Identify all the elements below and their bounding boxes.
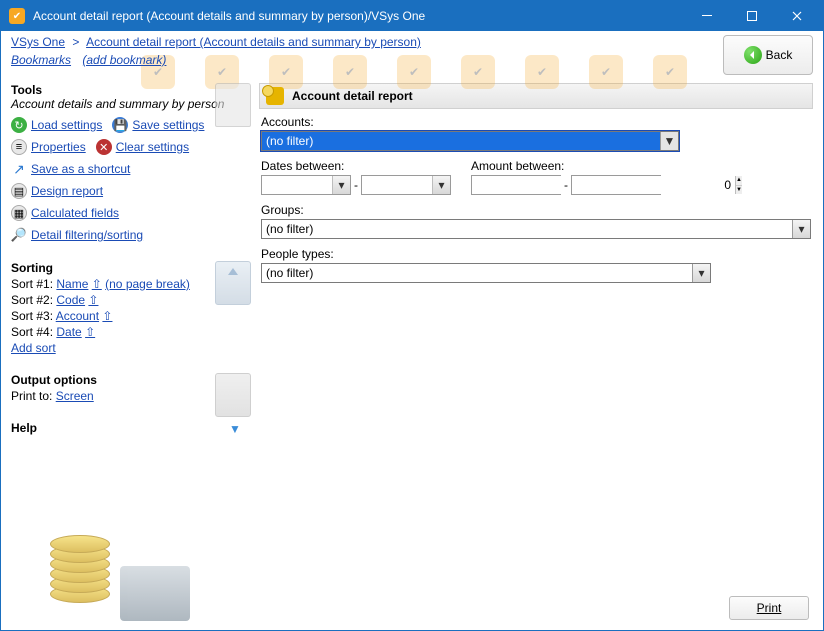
breadcrumb-root[interactable]: VSys One [11, 35, 65, 49]
groups-combo[interactable]: (no filter) ▾ [261, 219, 811, 239]
bookmarks-link[interactable]: Bookmarks [11, 53, 71, 67]
filter-icon: 🔎 [11, 227, 27, 243]
output-section: Output options Print to: Screen [11, 373, 253, 403]
clear-settings-link[interactable]: ✕Clear settings [96, 139, 189, 155]
add-sort-link[interactable]: Add sort [11, 341, 56, 355]
maximize-button[interactable] [729, 2, 774, 30]
calculated-fields-link[interactable]: ▦Calculated fields [11, 205, 253, 221]
minimize-button[interactable] [684, 2, 729, 30]
properties-icon: ≡ [11, 139, 27, 155]
sort1-field[interactable]: Name [56, 277, 88, 291]
help-expand-icon[interactable]: ▼ [227, 421, 243, 437]
printer-icon [215, 373, 251, 417]
calc-icon: ▦ [11, 205, 27, 221]
print-to-link[interactable]: Screen [56, 389, 94, 403]
breadcrumb-sep: > [72, 35, 79, 49]
sort1-dir[interactable]: ⇧ [92, 277, 102, 291]
design-icon: ▤ [11, 183, 27, 199]
accounts-dropdown-icon[interactable]: ▼ [660, 132, 678, 150]
sort2-dir[interactable]: ⇧ [88, 293, 98, 307]
top-strip: ✔✔✔✔✔✔✔✔✔ VSys One > Account detail repo… [1, 31, 823, 83]
groups-label: Groups: [261, 203, 811, 217]
help-title: Help [11, 421, 253, 435]
people-label: People types: [261, 247, 711, 261]
amount-label: Amount between: [471, 159, 661, 173]
titlebar: ✔ Account detail report (Account details… [1, 1, 823, 31]
accounts-label: Accounts: [261, 115, 679, 129]
print-button[interactable]: Print [729, 596, 809, 620]
sort2-field[interactable]: Code [56, 293, 85, 307]
tools-section: Tools Account details and summary by per… [11, 83, 253, 243]
report-icon [266, 87, 284, 105]
people-dropdown-icon[interactable]: ▾ [692, 264, 710, 282]
sorting-section: Sorting Sort #1: Name ⇧ (no page break) … [11, 261, 253, 355]
decorative-art [50, 496, 200, 621]
sort4-field[interactable]: Date [56, 325, 81, 339]
footer: Print [259, 590, 813, 620]
design-report-link[interactable]: ▤Design report [11, 183, 253, 199]
detail-filter-link[interactable]: 🔎Detail filtering/sorting [11, 227, 253, 243]
accounts-value: (no filter) [262, 132, 660, 150]
dates-label: Dates between: [261, 159, 451, 173]
groups-value: (no filter) [262, 220, 792, 238]
properties-link[interactable]: ≡Properties [11, 139, 86, 155]
load-settings-link[interactable]: ↻Load settings [11, 117, 102, 133]
sort-row-3: Sort #3: Account ⇧ [11, 309, 253, 323]
amount-to-spinner[interactable]: ▲▼ [735, 176, 742, 194]
date-from-dropdown-icon[interactable]: ▾ [332, 176, 350, 194]
save-shortcut-link[interactable]: ↗Save as a shortcut [11, 161, 253, 177]
main-header-title: Account detail report [292, 89, 413, 103]
sort4-dir[interactable]: ⇧ [85, 325, 95, 339]
groups-dropdown-icon[interactable]: ▾ [792, 220, 810, 238]
save-settings-link[interactable]: 💾Save settings [112, 117, 204, 133]
main-panel: Account detail report Accounts: (no filt… [259, 83, 813, 620]
date-from-input[interactable]: ▾ [261, 175, 351, 195]
save-icon: 💾 [112, 117, 128, 133]
date-dash: - [354, 178, 358, 192]
back-button[interactable]: Back [723, 35, 813, 75]
load-icon: ↻ [11, 117, 27, 133]
sidebar: Tools Account details and summary by per… [11, 83, 253, 620]
date-to-dropdown-icon[interactable]: ▾ [432, 176, 450, 194]
filter-form: Accounts: (no filter) ▼ Dates between: ▾… [259, 109, 813, 289]
amount-from-input[interactable]: ▲▼ [471, 175, 561, 195]
breadcrumb-current[interactable]: Account detail report (Account details a… [86, 35, 421, 49]
sort3-dir[interactable]: ⇧ [102, 309, 112, 323]
help-section[interactable]: Help ▼ [11, 421, 253, 435]
clipboard-icon [215, 83, 251, 127]
accounts-combo[interactable]: (no filter) ▼ [261, 131, 679, 151]
sort3-field[interactable]: Account [56, 309, 99, 323]
window-title: Account detail report (Account details a… [33, 9, 684, 23]
back-arrow-icon [744, 46, 762, 64]
client-area: ✔✔✔✔✔✔✔✔✔ VSys One > Account detail repo… [1, 31, 823, 630]
amount-to-input[interactable]: ▲▼ [571, 175, 661, 195]
window-controls [684, 2, 819, 30]
date-to-input[interactable]: ▾ [361, 175, 451, 195]
amount-dash: - [564, 178, 568, 192]
people-combo[interactable]: (no filter) ▾ [261, 263, 711, 283]
sort1-pagebreak[interactable]: (no page break) [105, 277, 190, 291]
sort-row-4: Sort #4: Date ⇧ [11, 325, 253, 339]
close-button[interactable] [774, 2, 819, 30]
bookmark-row: Bookmarks (add bookmark) [11, 53, 421, 67]
amount-to-field[interactable] [572, 176, 735, 194]
back-button-label: Back [766, 48, 793, 62]
clear-icon: ✕ [96, 139, 112, 155]
app-window: ✔ Account detail report (Account details… [0, 0, 824, 631]
breadcrumb: VSys One > Account detail report (Accoun… [11, 35, 421, 49]
people-value: (no filter) [262, 264, 692, 282]
app-icon: ✔ [9, 8, 25, 24]
add-bookmark-link[interactable]: (add bookmark) [82, 53, 166, 67]
shortcut-icon: ↗ [11, 161, 27, 177]
tray-icon [215, 261, 251, 305]
main-header: Account detail report [259, 83, 813, 109]
